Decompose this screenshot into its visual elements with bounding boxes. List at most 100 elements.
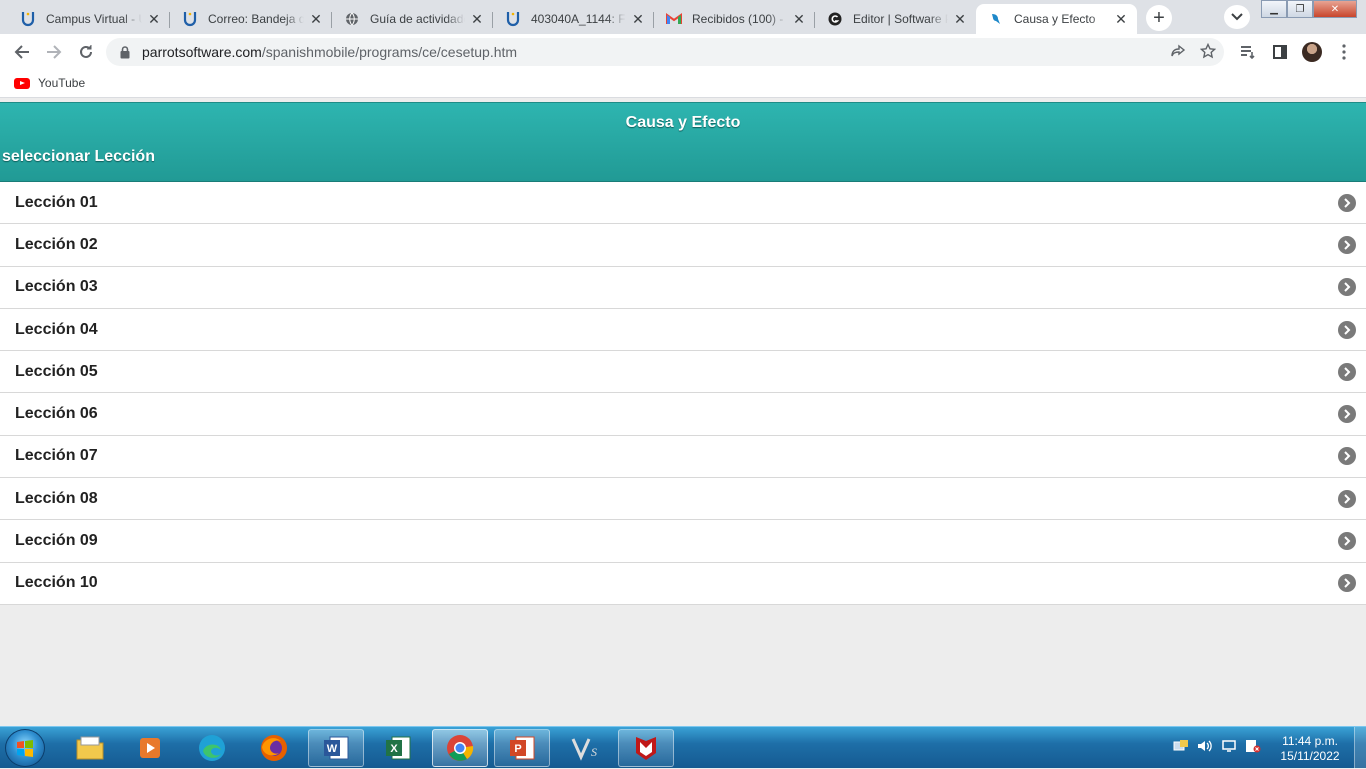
profile-avatar[interactable] — [1302, 42, 1322, 62]
reading-list-icon — [1241, 46, 1255, 59]
chevron-right-icon — [1338, 405, 1356, 424]
menu-button[interactable] — [1332, 40, 1356, 64]
taskbar-powerpoint[interactable]: P — [494, 729, 550, 767]
u-logo-icon — [505, 11, 521, 27]
firefox-icon — [261, 735, 287, 761]
windows-taskbar: W X P S 11:44 p.m. 15/11/2022 — [0, 726, 1366, 769]
close-icon[interactable]: ✕ — [630, 11, 646, 27]
u-logo-icon — [182, 11, 198, 27]
volume-icon[interactable] — [1196, 737, 1214, 755]
system-tray — [1172, 737, 1262, 755]
lesson-label: Lección 02 — [15, 235, 98, 253]
lesson-label: Lección 10 — [15, 574, 98, 592]
lesson-item-07[interactable]: Lección 07 — [0, 436, 1366, 479]
maximize-button[interactable]: ❐ — [1287, 0, 1313, 18]
chevron-right-icon — [1338, 235, 1356, 254]
browser-toolbar: parrotsoftware.com/spanishmobile/program… — [0, 34, 1366, 70]
tab-title: Correo: Bandeja d — [208, 12, 304, 26]
chevron-right-icon — [1338, 489, 1356, 508]
address-bar[interactable]: parrotsoftware.com/spanishmobile/program… — [106, 38, 1224, 66]
window-close-button[interactable]: ✕ — [1313, 0, 1357, 18]
taskbar-edge[interactable] — [184, 729, 240, 767]
lesson-item-09[interactable]: Lección 09 — [0, 520, 1366, 563]
side-panel-button[interactable] — [1268, 40, 1292, 64]
show-desktop-button[interactable] — [1354, 727, 1366, 769]
lock-icon[interactable] — [118, 45, 132, 59]
kebab-menu-icon — [1342, 44, 1346, 60]
reload-button[interactable] — [74, 40, 98, 64]
lesson-item-08[interactable]: Lección 08 — [0, 478, 1366, 521]
close-icon[interactable]: ✕ — [952, 11, 968, 27]
chrome-icon — [447, 735, 474, 761]
bookmark-youtube[interactable]: YouTube — [14, 76, 85, 90]
close-icon[interactable]: ✕ — [469, 11, 485, 27]
tab-title: Campus Virtual - U — [46, 12, 142, 26]
word-icon: W — [324, 736, 349, 760]
lesson-list: Lección 01 Lección 02 Lección 03 Lección… — [0, 182, 1366, 605]
bookmark-star-icon[interactable] — [1199, 42, 1217, 64]
page-content: Causa y Efecto seleccionar Lección Lecci… — [0, 102, 1366, 726]
bookmarks-bar: YouTube — [0, 70, 1366, 98]
u-logo-icon — [20, 11, 36, 27]
reading-list-button[interactable] — [1236, 40, 1260, 64]
lesson-item-03[interactable]: Lección 03 — [0, 267, 1366, 309]
chevron-down-icon — [1231, 13, 1243, 21]
clock-time: 11:44 p.m. — [1282, 734, 1338, 748]
close-icon[interactable]: ✕ — [791, 11, 807, 27]
taskbar-explorer[interactable] — [62, 729, 118, 767]
share-icon[interactable] — [1170, 44, 1186, 65]
action-center-icon[interactable] — [1244, 737, 1262, 755]
youtube-icon — [14, 77, 30, 89]
tab-correo[interactable]: Correo: Bandeja d ✕ — [170, 4, 332, 34]
lesson-item-05[interactable]: Lección 05 — [0, 351, 1366, 394]
taskbar-excel[interactable]: X — [370, 729, 426, 767]
chevron-right-icon — [1338, 320, 1356, 339]
new-tab-button[interactable]: + — [1146, 5, 1172, 31]
tab-guia-actividades[interactable]: Guía de actividade ✕ — [332, 4, 493, 34]
close-icon[interactable]: ✕ — [308, 11, 324, 27]
taskbar-firefox[interactable] — [246, 729, 302, 767]
tab-search-button[interactable] — [1224, 5, 1250, 29]
lesson-label: Lección 03 — [15, 278, 98, 296]
start-button[interactable] — [5, 729, 45, 767]
network-icon[interactable] — [1172, 737, 1190, 755]
taskbar-mcafee[interactable] — [618, 729, 674, 767]
system-clock[interactable]: 11:44 p.m. 15/11/2022 — [1270, 734, 1350, 764]
tab-title: Guía de actividade — [370, 12, 465, 26]
lesson-item-10[interactable]: Lección 10 — [0, 563, 1366, 605]
chevron-right-icon — [1338, 278, 1356, 297]
tab-editor[interactable]: Editor | Software P ✕ — [815, 4, 976, 34]
lesson-label: Lección 08 — [15, 489, 98, 507]
close-icon[interactable]: ✕ — [146, 11, 162, 27]
chevron-right-icon — [1338, 193, 1356, 212]
lesson-item-02[interactable]: Lección 02 — [0, 224, 1366, 267]
lesson-item-06[interactable]: Lección 06 — [0, 393, 1366, 436]
taskbar-word[interactable]: W — [308, 729, 364, 767]
page-subtitle: seleccionar Lección — [2, 148, 155, 165]
svg-text:W: W — [327, 743, 338, 755]
excel-icon: X — [386, 736, 411, 760]
lesson-item-01[interactable]: Lección 01 — [0, 182, 1366, 225]
lesson-label: Lección 07 — [15, 447, 98, 465]
gmail-icon — [666, 11, 682, 27]
reload-icon — [80, 45, 92, 58]
tab-recibidos[interactable]: Recibidos (100) - c ✕ — [654, 4, 815, 34]
taskbar-vs[interactable]: S — [556, 729, 612, 767]
display-icon[interactable] — [1220, 737, 1238, 755]
minimize-button[interactable]: ▁ — [1261, 0, 1287, 18]
forward-button[interactable] — [42, 40, 66, 64]
folder-icon — [76, 736, 104, 760]
taskbar-chrome[interactable] — [432, 729, 488, 767]
arrow-right-icon — [47, 45, 62, 59]
page-title: Causa y Efecto — [625, 114, 741, 131]
tab-403040a[interactable]: 403040A_1144: Fo ✕ — [493, 4, 654, 34]
lesson-item-04[interactable]: Lección 04 — [0, 309, 1366, 352]
clock-date: 15/11/2022 — [1280, 749, 1340, 763]
globe-icon — [344, 11, 360, 27]
tab-title: Editor | Software P — [853, 12, 948, 26]
taskbar-media-player[interactable] — [122, 729, 178, 767]
close-icon[interactable]: ✕ — [1113, 11, 1129, 27]
tab-campus-virtual[interactable]: Campus Virtual - U ✕ — [8, 4, 170, 34]
tab-causa-y-efecto[interactable]: Causa y Efecto ✕ — [976, 4, 1137, 34]
back-button[interactable] — [10, 40, 34, 64]
